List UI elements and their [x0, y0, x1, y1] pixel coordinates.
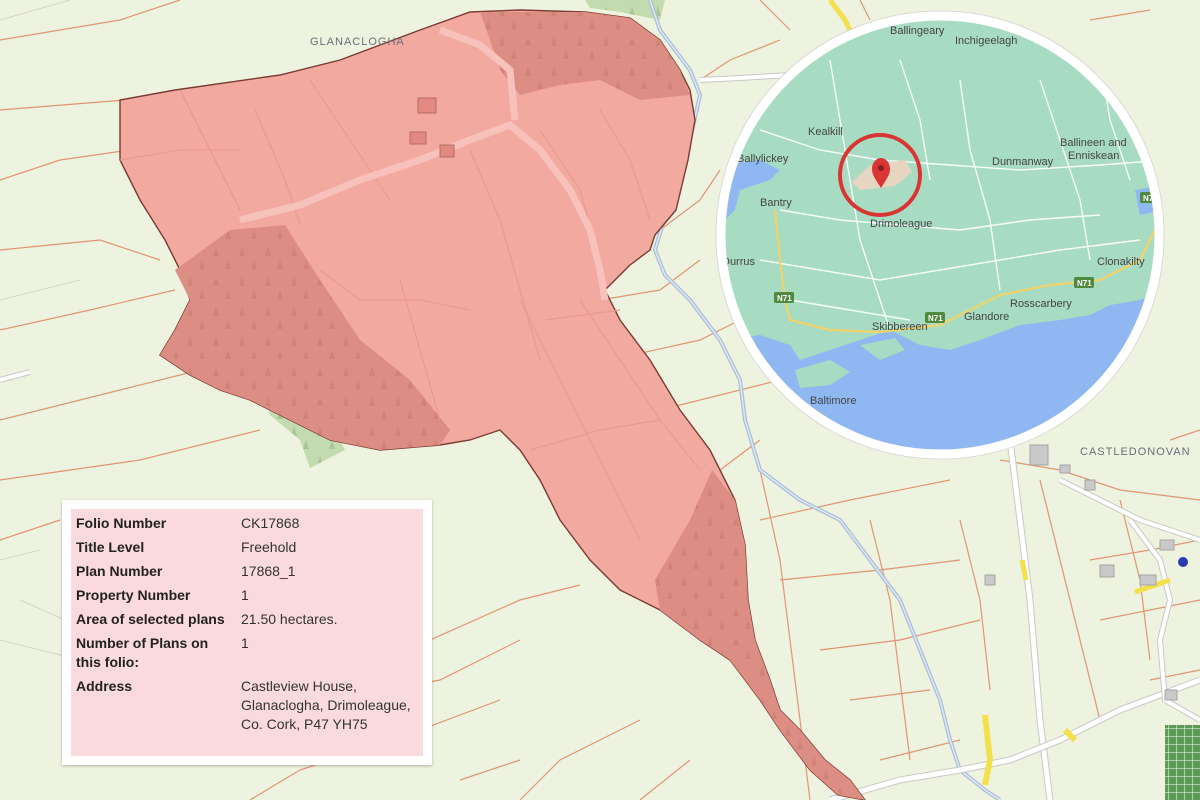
inset-town-inchigeelagh: Inchigeelagh: [955, 35, 1017, 47]
road-shield-n71: N71: [925, 312, 945, 323]
place-label-castledonovan: CASTLEDONOVAN: [1080, 446, 1191, 458]
table-row: Area of selected plans 21.50 hectares.: [76, 609, 418, 633]
inset-town-ballineen: Ballineen and: [1060, 137, 1127, 149]
title-level-label: Title Level: [76, 539, 145, 555]
area-label: Area of selected plans: [76, 611, 225, 627]
property-number-value: 1: [241, 587, 249, 603]
inset-town-drimoleague: Drimoleague: [870, 218, 932, 230]
plan-number-value: 17868_1: [241, 563, 296, 579]
woodland-grid: [1165, 725, 1200, 800]
plans-count-label: Number of Plans on this folio:: [76, 635, 209, 670]
folio-number-label: Folio Number: [76, 515, 167, 531]
inset-town-kealkill: Kealkill: [808, 126, 843, 138]
inset-town-baltimore: Baltimore: [810, 395, 856, 407]
property-number-label: Property Number: [76, 587, 191, 603]
folio-number-value: CK17868: [241, 515, 300, 531]
plan-number-label: Plan Number: [76, 563, 163, 579]
svg-text:N71: N71: [928, 314, 943, 323]
table-row: Plan Number 17868_1: [76, 561, 418, 585]
inset-town-bantry: Bantry: [760, 197, 792, 209]
table-row: Property Number 1: [76, 585, 418, 609]
folio-info-card: Folio Number CK17868 Title Level Freehol…: [62, 500, 432, 765]
inset-town-ballylickey: Ballylickey: [737, 153, 789, 165]
inset-town-enniskean: Enniskean: [1068, 150, 1119, 162]
place-label-glanaclogha: GLANACLOGHA: [310, 36, 405, 48]
road-shield-n71: N71: [1074, 277, 1094, 288]
church-icon: [1178, 557, 1188, 567]
svg-text:N71: N71: [1077, 279, 1092, 288]
map-view[interactable]: GLANACLOGHA CASTLEDONOVAN Ballingeary In…: [0, 0, 1200, 800]
table-row: Number of Plans on this folio: 1: [76, 633, 418, 676]
folio-info-table: Folio Number CK17868 Title Level Freehol…: [76, 513, 418, 738]
inset-town-clonakilty: Clonakilty: [1097, 256, 1145, 268]
table-row: Folio Number CK17868: [76, 513, 418, 537]
title-level-value: Freehold: [241, 539, 297, 555]
inset-town-glandore: Glandore: [964, 311, 1009, 323]
inset-town-dunmanway: Dunmanway: [992, 156, 1054, 168]
inset-town-ballingeary: Ballingeary: [890, 25, 945, 37]
area-value: 21.50 hectares.: [241, 611, 338, 627]
svg-text:N71: N71: [777, 294, 792, 303]
inset-town-rosscarbery: Rosscarbery: [1010, 298, 1072, 310]
table-row: Address Castleview House, Glanaclogha, D…: [76, 676, 418, 738]
address-label: Address: [76, 678, 133, 694]
plans-count-value: 1: [241, 635, 249, 651]
address-value: Castleview House, Glanaclogha, Drimoleag…: [241, 678, 411, 732]
road-shield-n71: N71: [774, 292, 794, 303]
folio-info-panel: Folio Number CK17868 Title Level Freehol…: [71, 509, 423, 756]
locator-inset[interactable]: Ballingeary Inchigeelagh Kealkill Ballyl…: [715, 10, 1165, 460]
table-row: Title Level Freehold: [76, 537, 418, 561]
inset-town-skibbereen: Skibbereen: [872, 321, 928, 333]
